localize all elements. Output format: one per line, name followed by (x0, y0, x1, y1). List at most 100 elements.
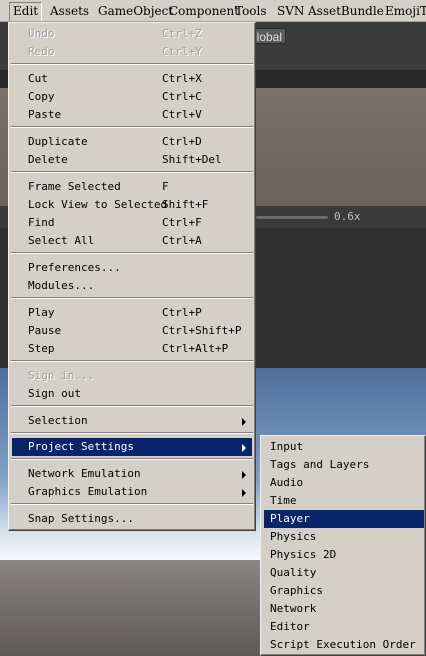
menu-item-paste[interactable]: Paste Ctrl+V (12, 106, 252, 124)
menu-item-network-emulation[interactable]: Network Emulation (12, 465, 252, 483)
menu-item-label: Paste (28, 108, 62, 121)
menu-item-modules[interactable]: Modules... (12, 277, 252, 295)
menu-tools[interactable]: Tools (232, 2, 270, 20)
menu-item-label: Step (28, 342, 55, 355)
menu-assets[interactable]: Assets (47, 2, 92, 20)
shortcut-label: Ctrl+F (162, 216, 202, 229)
submenu-item-tags-and-layers[interactable]: Tags and Layers (264, 456, 424, 474)
menu-separator (11, 63, 253, 65)
shortcut-label: Ctrl+C (162, 90, 202, 103)
menu-item-label: Delete (28, 153, 68, 166)
submenu-item-physics-2d[interactable]: Physics 2D (264, 546, 424, 564)
menu-item-copy[interactable]: Copy Ctrl+C (12, 88, 252, 106)
submenu-item-player[interactable]: Player (264, 510, 424, 528)
menu-item-preferences[interactable]: Preferences... (12, 259, 252, 277)
menu-item-label: Project Settings (28, 440, 134, 453)
shortcut-label: Ctrl+P (162, 306, 202, 319)
menu-item-label: Physics 2D (270, 548, 337, 561)
submenu-item-network[interactable]: Network (264, 600, 424, 618)
menu-item-label: Graphics (270, 584, 323, 597)
menu-item-select-all[interactable]: Select All Ctrl+A (12, 232, 252, 250)
menu-item-label: Select All (28, 234, 95, 247)
menu-item-undo[interactable]: Undo Ctrl+Z (12, 25, 252, 43)
menu-item-label: Duplicate (28, 135, 88, 148)
shortcut-label: Ctrl+D (162, 135, 202, 148)
menu-item-label: Time (270, 494, 297, 507)
menu-gameobject[interactable]: GameObject (95, 2, 176, 20)
menu-separator (11, 252, 253, 254)
menu-item-step[interactable]: Step Ctrl+Alt+P (12, 340, 252, 358)
menu-item-sign-in[interactable]: Sign in... (12, 367, 252, 385)
menu-item-label: Pause (28, 324, 62, 337)
submenu-arrow-icon (242, 418, 246, 426)
shortcut-label: Shift+Del (162, 153, 222, 166)
menu-item-label: Find (28, 216, 55, 229)
submenu-item-time[interactable]: Time (264, 492, 424, 510)
menu-item-label: Modules... (28, 279, 95, 292)
menu-item-redo[interactable]: Redo Ctrl+Y (12, 43, 252, 61)
menu-item-label: Sign out (28, 387, 81, 400)
menu-item-play[interactable]: Play Ctrl+P (12, 304, 252, 322)
shortcut-label: Ctrl+Shift+P (162, 324, 242, 337)
menu-item-duplicate[interactable]: Duplicate Ctrl+D (12, 133, 252, 151)
menu-item-label: Cut (28, 72, 48, 85)
menu-separator (11, 405, 253, 407)
menu-item-snap-settings[interactable]: Snap Settings... (12, 510, 252, 528)
menu-item-selection[interactable]: Selection (12, 412, 252, 430)
menu-emojitext[interactable]: EmojiTe (382, 2, 426, 20)
menu-item-label: Editor (270, 620, 310, 633)
submenu-item-audio[interactable]: Audio (264, 474, 424, 492)
submenu-item-input[interactable]: Input (264, 438, 424, 456)
menu-item-frame-selected[interactable]: Frame Selected F (12, 178, 252, 196)
menu-item-label: Script Execution Order (270, 638, 416, 651)
shortcut-label: Ctrl+Z (162, 27, 202, 40)
menu-item-project-settings[interactable]: Project Settings (12, 438, 252, 456)
shortcut-label: Ctrl+X (162, 72, 202, 85)
menu-separator (11, 503, 253, 505)
shortcut-label: Shift+F (162, 198, 209, 211)
menu-item-label: Quality (270, 566, 317, 579)
menu-item-label: Audio (270, 476, 304, 489)
menu-item-cut[interactable]: Cut Ctrl+X (12, 70, 252, 88)
menu-item-find[interactable]: Find Ctrl+F (12, 214, 252, 232)
menu-item-label: Redo (28, 45, 55, 58)
menu-item-graphics-emulation[interactable]: Graphics Emulation (12, 483, 252, 501)
menu-component[interactable]: Component (166, 2, 242, 20)
menu-item-label: Input (270, 440, 304, 453)
zoom-value: 0.6x (334, 210, 361, 223)
menu-item-delete[interactable]: Delete Shift+Del (12, 151, 252, 169)
menu-item-label: Copy (28, 90, 55, 103)
main-menu-bar: Edit Assets GameObject Component Tools S… (0, 0, 426, 22)
menu-separator (11, 126, 253, 128)
menu-item-pause[interactable]: Pause Ctrl+Shift+P (12, 322, 252, 340)
menu-item-label: Tags and Layers (270, 458, 370, 471)
shortcut-label: Ctrl+Y (162, 45, 202, 58)
menu-item-label: Snap Settings... (28, 512, 134, 525)
menu-assetbundle[interactable]: AssetBundle (305, 2, 387, 20)
menu-separator (11, 360, 253, 362)
menu-edit[interactable]: Edit (9, 2, 43, 21)
menu-item-label: Network (270, 602, 317, 615)
submenu-item-script-execution-order[interactable]: Script Execution Order (264, 636, 424, 654)
submenu-item-physics[interactable]: Physics (264, 528, 424, 546)
menu-item-label: Network Emulation (28, 467, 141, 480)
submenu-item-quality[interactable]: Quality (264, 564, 424, 582)
edit-menu: Undo Ctrl+Z Redo Ctrl+Y Cut Ctrl+X Copy … (8, 22, 256, 531)
menu-item-label: Player (270, 512, 310, 525)
menu-item-label: Sign in... (28, 369, 95, 382)
shortcut-label: Ctrl+Alt+P (162, 342, 229, 355)
menu-svn[interactable]: SVN (274, 2, 307, 20)
submenu-item-editor[interactable]: Editor (264, 618, 424, 636)
submenu-item-graphics[interactable]: Graphics (264, 582, 424, 600)
menu-item-label: Undo (28, 27, 55, 40)
menu-item-label: Lock View to Selected (28, 198, 168, 211)
submenu-arrow-icon (242, 489, 246, 497)
menu-item-lock-view[interactable]: Lock View to Selected Shift+F (12, 196, 252, 214)
project-settings-submenu: Input Tags and Layers Audio Time Player … (260, 435, 426, 656)
zoom-slider[interactable] (256, 216, 328, 219)
shortcut-label: F (162, 180, 169, 193)
shortcut-label: Ctrl+A (162, 234, 202, 247)
menu-item-sign-out[interactable]: Sign out (12, 385, 252, 403)
menu-item-label: Frame Selected (28, 180, 121, 193)
submenu-arrow-icon (242, 471, 246, 479)
